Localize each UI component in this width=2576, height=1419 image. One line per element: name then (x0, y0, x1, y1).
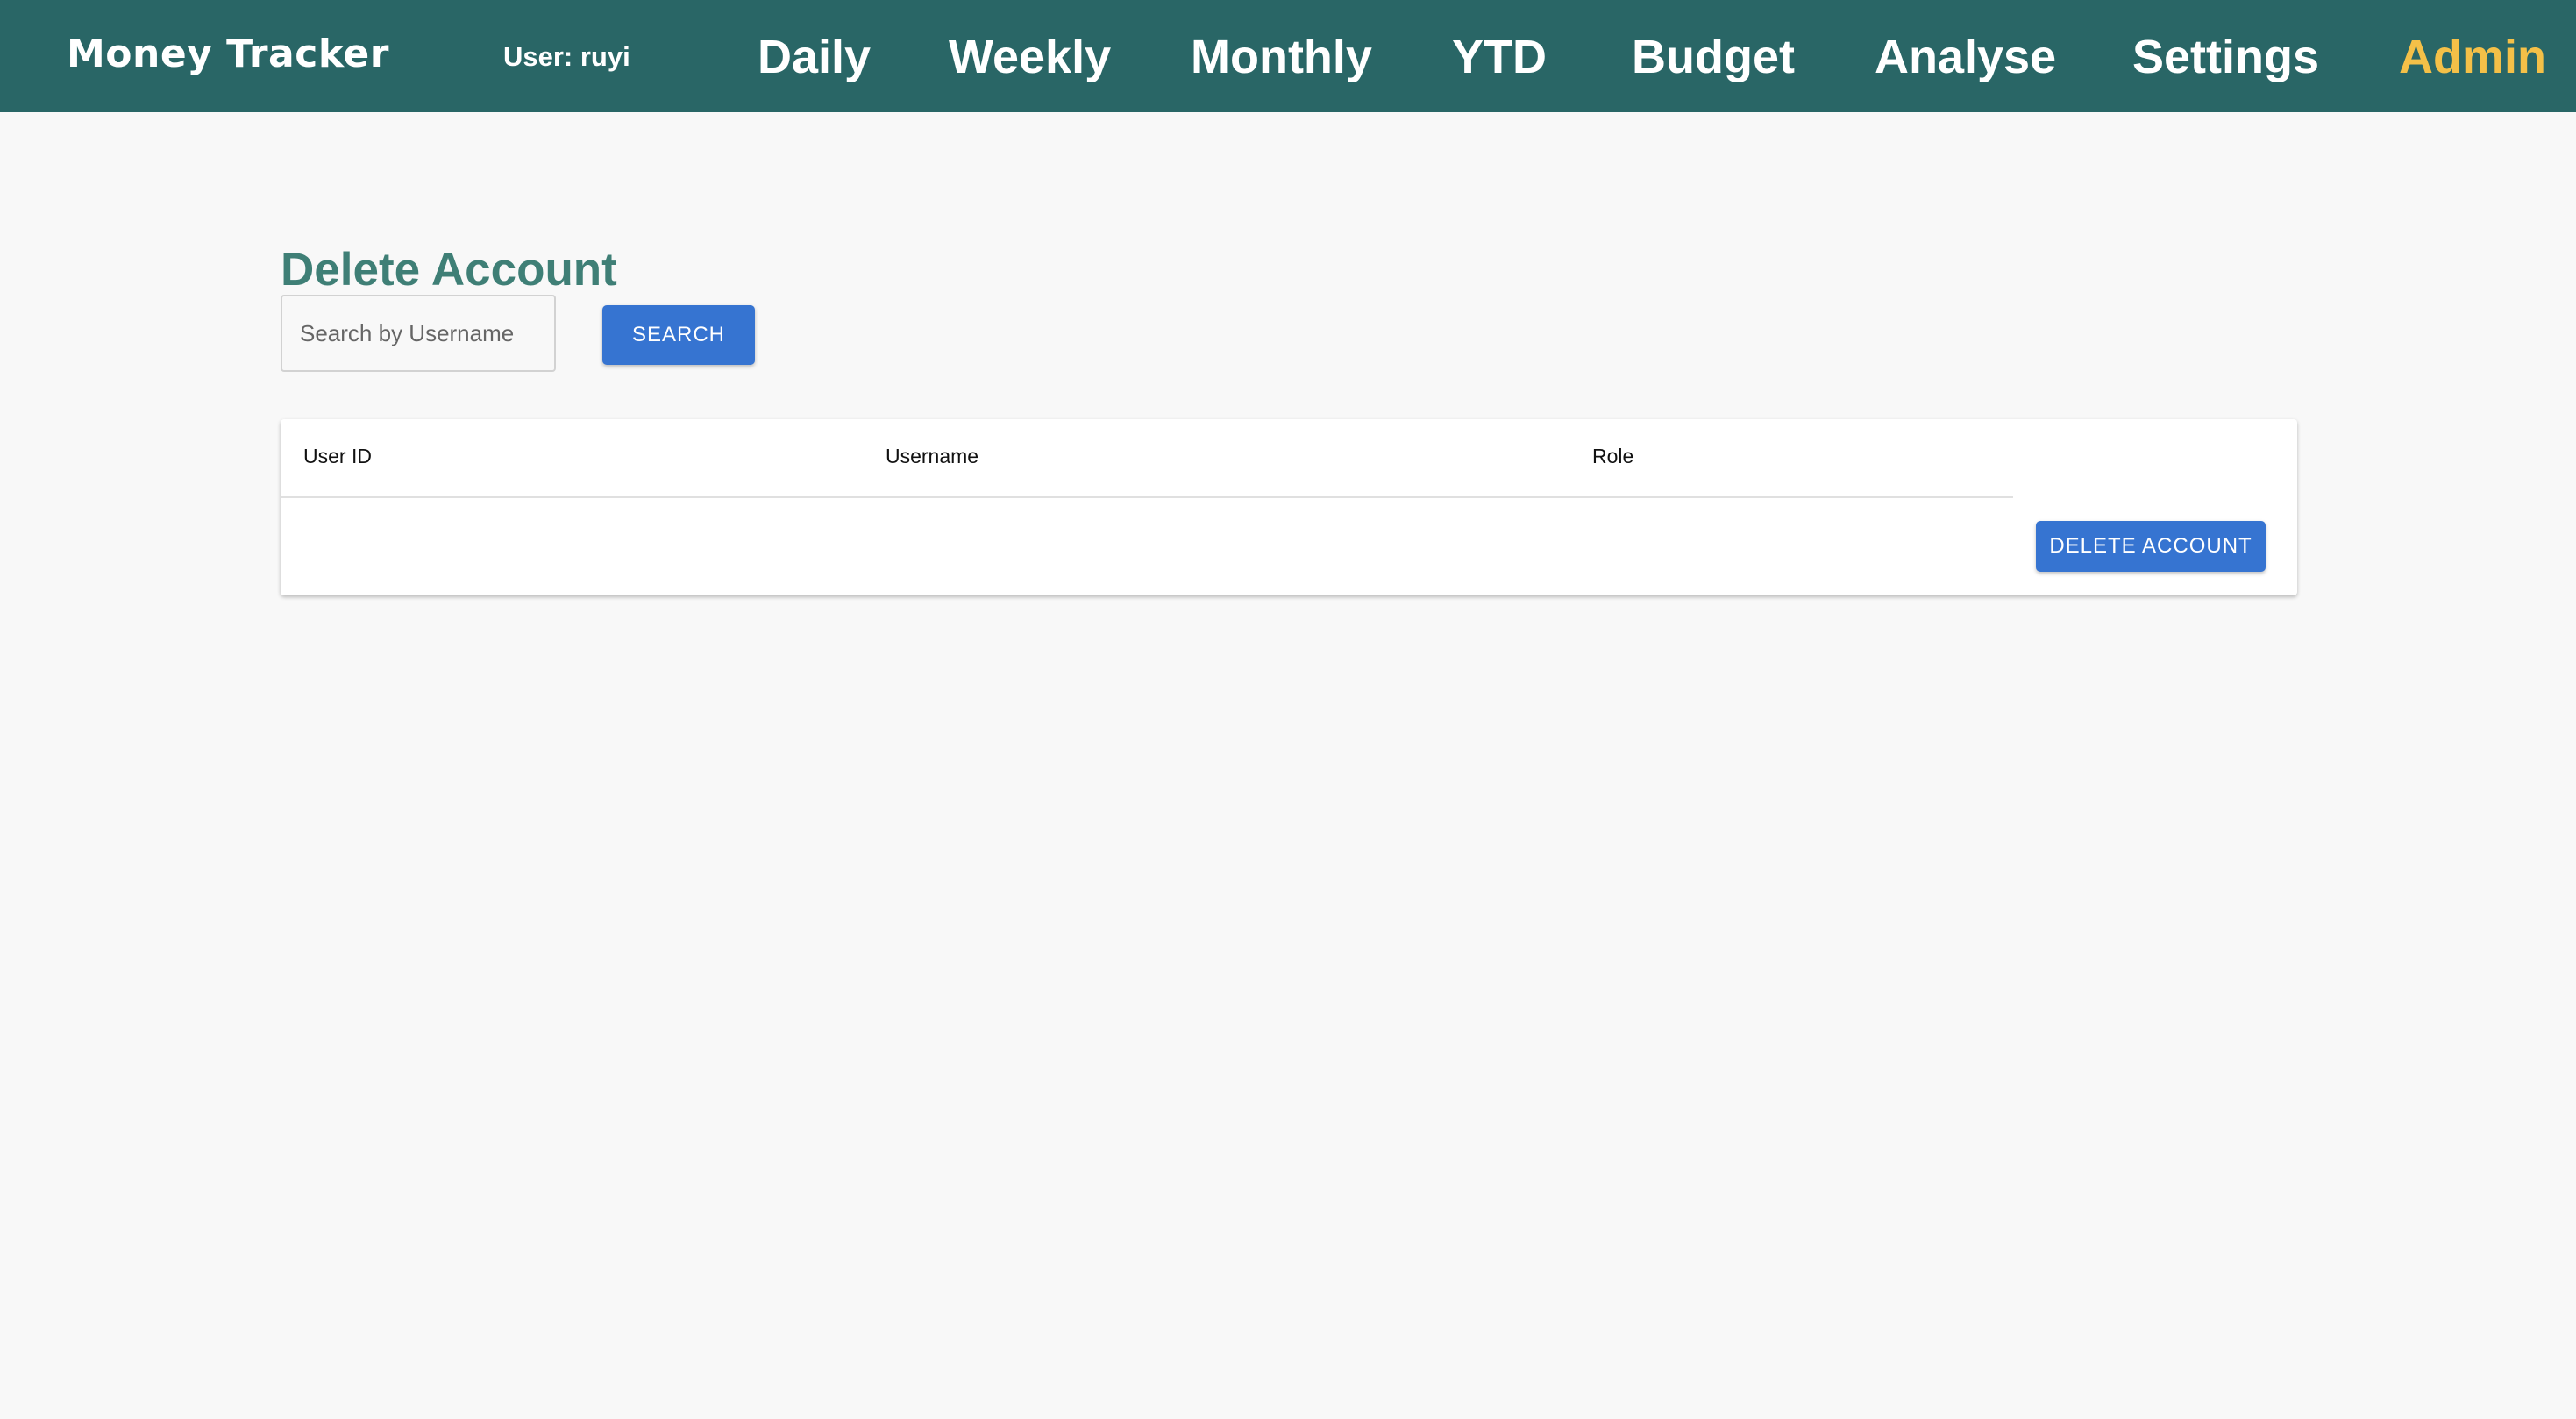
nav-analyse[interactable]: Analyse (1875, 28, 2056, 86)
nav-monthly[interactable]: Monthly (1191, 28, 1372, 86)
search-button[interactable]: SEARCH (602, 305, 755, 365)
top-navbar: Money Tracker User: ruyi Daily Weekly Mo… (0, 0, 2576, 112)
column-header-role: Role (1592, 445, 1634, 467)
column-header-user-id: User ID (303, 445, 372, 467)
accounts-table-card: User ID Username Role DELETE ACCOUNT (281, 419, 2297, 595)
username-search-input[interactable] (281, 295, 556, 372)
column-header-username: Username (886, 445, 979, 467)
nav-ytd[interactable]: YTD (1452, 28, 1547, 86)
delete-account-button[interactable]: DELETE ACCOUNT (2036, 521, 2266, 572)
accounts-table-header-row: User ID Username Role (281, 419, 2013, 498)
page-title: Delete Account (281, 243, 617, 296)
nav-settings[interactable]: Settings (2132, 28, 2319, 86)
nav-daily[interactable]: Daily (758, 28, 871, 86)
nav-admin[interactable]: Admin (2399, 28, 2546, 86)
nav-budget[interactable]: Budget (1632, 28, 1795, 86)
nav-weekly[interactable]: Weekly (949, 28, 1111, 86)
current-user-label: User: ruyi (503, 41, 630, 72)
app-brand[interactable]: Money Tracker (67, 30, 389, 79)
